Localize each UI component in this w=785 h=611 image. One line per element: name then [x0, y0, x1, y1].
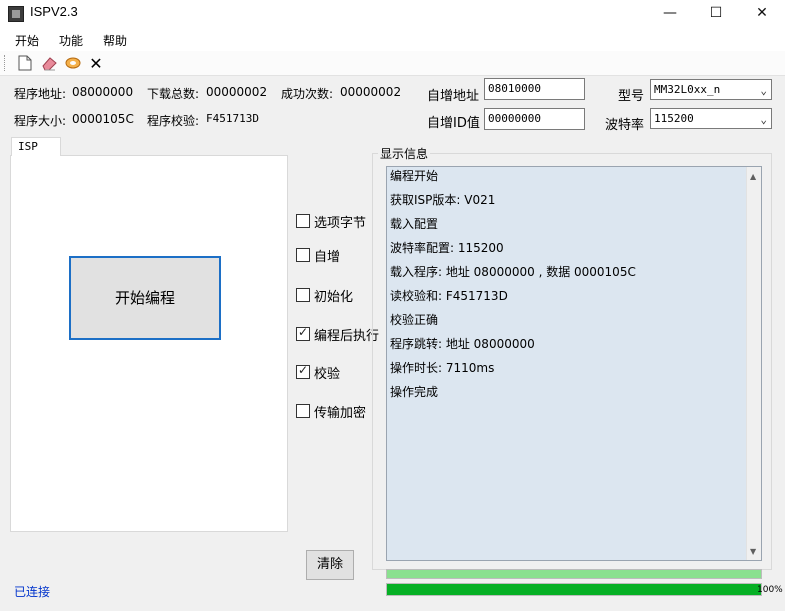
maximize-button[interactable]: ☐: [693, 0, 739, 28]
baud-select[interactable]: 115200 ⌄: [650, 108, 772, 129]
prog-addr-label: 程序地址:: [14, 87, 67, 101]
run-after-program-checkbox[interactable]: [296, 325, 310, 341]
initialize-label: 初始化: [314, 290, 354, 305]
log-line: 操作完成: [390, 385, 439, 399]
menu-help[interactable]: 帮助: [103, 32, 127, 49]
baud-value: 115200: [654, 112, 694, 125]
log-output[interactable]: 编程开始 获取ISP版本: V021 载入配置 波特率配置: 115200 载入…: [386, 166, 762, 561]
success-count-value: 00000002: [340, 85, 402, 99]
run-after-program-label: 编程后执行: [314, 329, 380, 344]
log-line: 读校验和: F451713D: [390, 289, 508, 303]
eraser-icon[interactable]: [41, 55, 59, 72]
progress-fill-upper: [387, 570, 761, 578]
prog-size-label: 程序大小:: [14, 114, 67, 128]
download-total-value: 00000002: [206, 85, 268, 99]
verify-label: 校验: [314, 367, 341, 382]
checksum-label: 程序校验:: [147, 114, 200, 128]
model-value: MM32L0xx_n: [654, 83, 721, 96]
chevron-down-icon: ⌄: [760, 84, 767, 97]
scroll-up-icon[interactable]: ▲: [750, 172, 756, 181]
auto-addr-label: 自增地址: [427, 89, 480, 104]
baud-label: 波特率: [605, 118, 645, 133]
initialize-checkbox[interactable]: [296, 288, 310, 302]
start-program-button[interactable]: 开始编程: [69, 256, 221, 340]
minimize-button[interactable]: —: [647, 0, 693, 28]
log-line: 编程开始: [390, 169, 439, 183]
auto-id-label: 自增ID值: [427, 116, 480, 131]
encrypt-transfer-label: 传输加密: [314, 406, 367, 421]
auto-id-input[interactable]: 00000000: [484, 108, 585, 130]
progress-bar-upper: [386, 569, 762, 579]
clear-button[interactable]: 清除: [306, 550, 354, 580]
encrypt-transfer-checkbox[interactable]: [296, 404, 310, 418]
success-count-label: 成功次数:: [281, 87, 334, 101]
scroll-down-icon[interactable]: ▼: [750, 547, 756, 556]
log-line: 校验正确: [390, 313, 439, 327]
log-group-title: 显示信息: [378, 145, 431, 162]
verify-checkbox[interactable]: [296, 363, 310, 379]
log-scrollbar[interactable]: ▲ ▼: [746, 167, 761, 560]
log-line: 波特率配置: 115200: [390, 241, 504, 255]
app-icon: [8, 6, 24, 22]
log-line: 载入程序: 地址 08000000 , 数据 0000105C: [390, 265, 636, 279]
isp-panel: [10, 155, 288, 532]
connection-status: 已连接: [14, 585, 51, 599]
option-byte-label: 选项字节: [314, 216, 367, 231]
checksum-value: F451713D: [206, 112, 259, 125]
log-line: 操作时长: 7110ms: [390, 361, 495, 375]
model-select[interactable]: MM32L0xx_n ⌄: [650, 79, 772, 100]
close-file-icon[interactable]: ✕: [87, 55, 105, 72]
progress-fill-lower: [387, 584, 761, 595]
toolbar: [0, 51, 785, 76]
download-total-label: 下载总数:: [147, 87, 200, 101]
log-line: 程序跳转: 地址 08000000: [390, 337, 535, 351]
menu-function[interactable]: 功能: [59, 32, 83, 49]
log-line: 载入配置: [390, 217, 439, 231]
auto-increment-checkbox[interactable]: [296, 248, 310, 262]
tab-isp[interactable]: ISP: [11, 137, 61, 156]
auto-addr-input[interactable]: 08010000: [484, 78, 585, 100]
log-line: 获取ISP版本: V021: [390, 193, 496, 207]
window-title: ISPV2.3: [30, 4, 78, 19]
auto-increment-label: 自增: [314, 250, 341, 265]
chevron-down-icon: ⌄: [760, 113, 767, 126]
progress-bar-lower: [386, 583, 762, 596]
option-byte-checkbox[interactable]: [296, 214, 310, 228]
close-button[interactable]: ✕: [739, 0, 785, 28]
prog-size-value: 0000105C: [72, 112, 134, 126]
menu-start[interactable]: 开始: [15, 32, 39, 49]
toolbar-grip: [4, 55, 7, 71]
new-file-icon[interactable]: [16, 55, 34, 72]
progress-percent: 100%: [757, 585, 783, 595]
prog-addr-value: 08000000: [72, 85, 134, 99]
reload-icon[interactable]: [64, 55, 82, 72]
model-label: 型号: [618, 89, 645, 104]
